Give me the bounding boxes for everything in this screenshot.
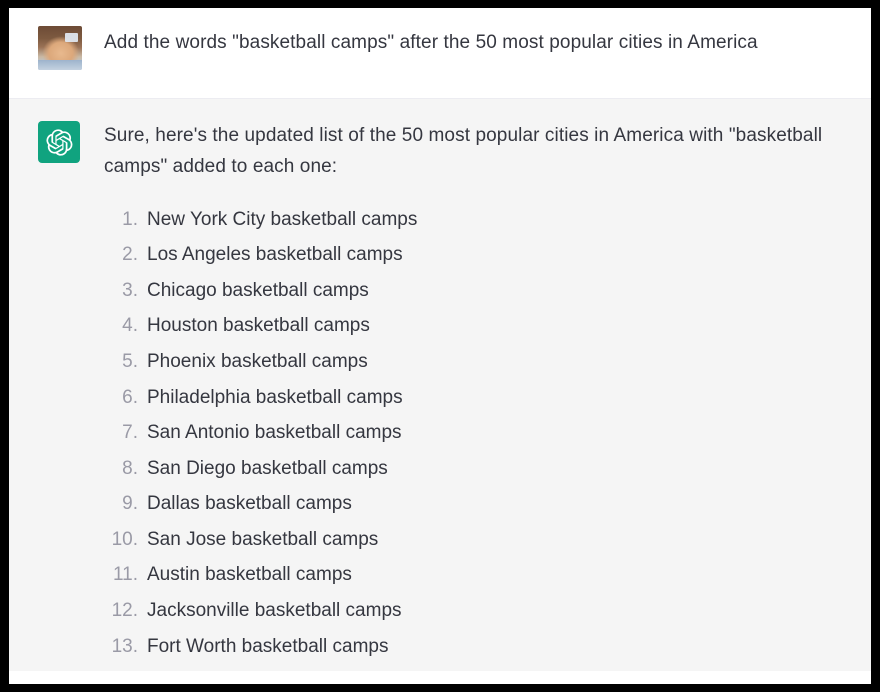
list-item-label: Austin basketball camps xyxy=(147,564,352,586)
list-item-label: Phoenix basketball camps xyxy=(147,350,368,372)
list-item-number: 13. xyxy=(111,635,138,657)
list-item: 6. Philadelphia basketball camps xyxy=(104,387,859,410)
list-item-label: Los Angeles basketball camps xyxy=(147,244,403,266)
list-item-number: 5. xyxy=(122,350,138,372)
list-item-label: San Diego basketball camps xyxy=(147,457,388,479)
list-item-label: Chicago basketball camps xyxy=(147,279,369,301)
user-photo-avatar xyxy=(38,26,82,70)
list-item: 1. New York City basketball camps xyxy=(104,209,859,232)
user-avatar-container xyxy=(9,26,104,70)
list-item-number: 10. xyxy=(111,528,138,550)
list-item: 4. Houston basketball camps xyxy=(104,315,859,338)
list-item-label: Houston basketball camps xyxy=(147,315,370,337)
list-item: 9. Dallas basketball camps xyxy=(104,493,859,516)
list-item: 13. Fort Worth basketball camps xyxy=(104,636,859,659)
screenshot-frame: Add the words "basketball camps" after t… xyxy=(0,0,880,692)
chatgpt-logo-icon xyxy=(38,121,80,163)
list-item: 11. Austin basketball camps xyxy=(104,564,859,587)
user-message-row: Add the words "basketball camps" after t… xyxy=(9,8,871,99)
list-item-label: Fort Worth basketball camps xyxy=(147,635,389,657)
list-item-label: Philadelphia basketball camps xyxy=(147,386,403,408)
assistant-message-body: Sure, here's the updated list of the 50 … xyxy=(104,121,871,671)
user-message-text: Add the words "basketball camps" after t… xyxy=(104,32,758,53)
chat-conversation: Add the words "basketball camps" after t… xyxy=(9,8,871,684)
city-list: 1. New York City basketball camps 2. Los… xyxy=(104,209,859,659)
list-item-number: 6. xyxy=(122,386,138,408)
list-item: 10. San Jose basketball camps xyxy=(104,529,859,552)
list-item-label: New York City basketball camps xyxy=(147,208,418,230)
list-item: 5. Phoenix basketball camps xyxy=(104,351,859,374)
list-item: 3. Chicago basketball camps xyxy=(104,280,859,303)
list-item: 12. Jacksonville basketball camps xyxy=(104,600,859,623)
list-item-number: 12. xyxy=(111,600,138,622)
list-item-label: San Jose basketball camps xyxy=(147,528,379,550)
list-item-number: 1. xyxy=(122,208,138,230)
list-item-number: 3. xyxy=(122,279,138,301)
list-item-number: 11. xyxy=(112,564,138,586)
assistant-message-row: Sure, here's the updated list of the 50 … xyxy=(9,99,871,672)
list-item-label: Jacksonville basketball camps xyxy=(147,600,402,622)
list-item: 8. San Diego basketball camps xyxy=(104,458,859,481)
list-item-label: San Antonio basketball camps xyxy=(147,422,402,444)
user-message-body: Add the words "basketball camps" after t… xyxy=(104,26,871,59)
list-item-number: 9. xyxy=(122,493,138,515)
list-item-label: Dallas basketball camps xyxy=(147,493,352,515)
list-item-number: 8. xyxy=(122,457,138,479)
list-item-number: 7. xyxy=(122,422,138,444)
list-item-number: 2. xyxy=(122,244,138,266)
list-item: 7. San Antonio basketball camps xyxy=(104,422,859,445)
assistant-intro-text: Sure, here's the updated list of the 50 … xyxy=(104,125,823,177)
list-item: 2. Los Angeles basketball camps xyxy=(104,244,859,267)
assistant-avatar-container xyxy=(9,121,104,163)
list-item-number: 4. xyxy=(122,315,138,337)
